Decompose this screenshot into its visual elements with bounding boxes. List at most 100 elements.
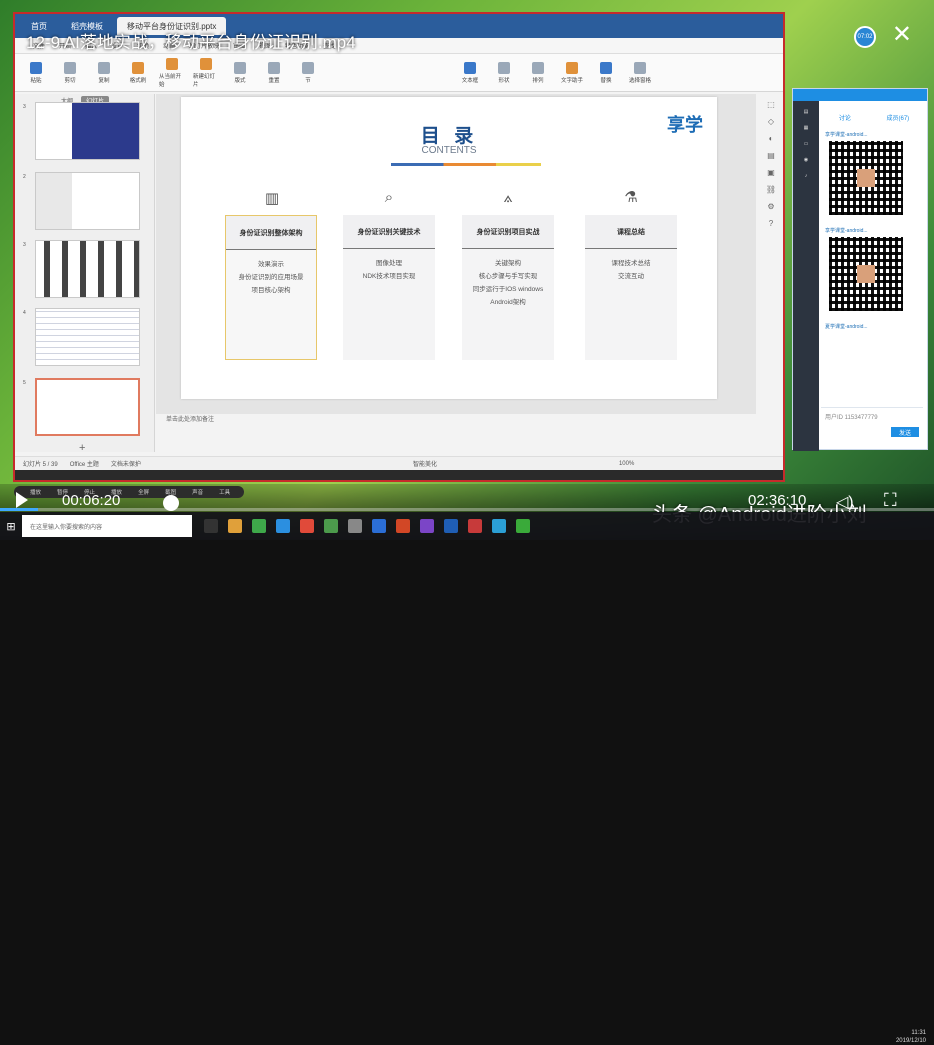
play-from-current-button[interactable]: 从当前开始 <box>159 57 185 88</box>
slide-canvas[interactable]: 目 录 CONTENTS 享学 ▥ 身份证识别整体架构 效果演示 身份证识别的应… <box>181 97 717 399</box>
taskbar-search-input[interactable]: 在这里输入你要搜索的内容 <box>22 515 192 537</box>
wechat-icon[interactable] <box>516 519 530 533</box>
play-icon <box>166 57 178 70</box>
current-time: 00:06:20 <box>62 492 121 509</box>
tab-members[interactable]: 成员(67) <box>887 113 910 127</box>
brand-logo: 享学 <box>667 115 703 135</box>
terminal-icon[interactable] <box>348 519 362 533</box>
xmind-icon[interactable] <box>468 519 482 533</box>
mini-control[interactable]: 播放 <box>30 488 41 496</box>
arrange-button[interactable]: 排列 <box>525 61 551 84</box>
toc-card[interactable]: ▥ 身份证识别整体架构 效果演示 身份证识别的应用场景 项目核心架构 <box>225 190 317 360</box>
toc-line: 核心步骤与手写实现 <box>478 273 538 280</box>
title-underline <box>391 163 541 166</box>
add-slide-icon[interactable]: + <box>79 442 85 454</box>
reset-button[interactable]: 重置 <box>261 61 287 84</box>
paste-button[interactable]: 粘贴 <box>23 61 49 84</box>
smart-beautify[interactable]: 智能美化 <box>413 459 437 468</box>
replace-icon <box>600 61 612 74</box>
slide-number: 3 <box>23 242 26 248</box>
task-view-icon[interactable] <box>204 519 218 533</box>
text-assistant-button[interactable]: 文字助手 <box>559 61 585 84</box>
image-icon[interactable]: ▣ <box>767 168 775 177</box>
play-icon[interactable] <box>16 492 28 508</box>
fullscreen-icon[interactable]: ⛶ <box>884 490 897 511</box>
format-painter-button[interactable]: 格式刷 <box>125 61 151 84</box>
camera-icon[interactable]: ◉ <box>804 157 808 163</box>
background-sheet-bar <box>15 470 783 480</box>
close-icon[interactable]: ✕ <box>892 20 912 49</box>
link-icon[interactable]: ⛓ <box>766 185 776 194</box>
app-icon[interactable] <box>252 519 266 533</box>
toc-card[interactable]: ⟑ 身份证识别项目实战 关键架构 核心步骤与手写实现 同步运行于IOS wind… <box>462 189 554 360</box>
chrome-icon[interactable] <box>300 519 314 533</box>
volume-icon[interactable]: ◁) <box>836 492 854 512</box>
notes-area[interactable]: 单击此处添加备注 <box>156 414 756 428</box>
slide-thumbnail-4[interactable] <box>35 308 140 366</box>
chat-panel: ▤ ▦ ▭ ◉ ♪ 讨论 成员(67) 享学课堂-android... 享学课堂… <box>792 88 928 451</box>
chart-icon[interactable]: ▤ <box>767 151 775 160</box>
ppt-icon[interactable]: ▦ <box>804 125 809 131</box>
textbox-button[interactable]: 文本框 <box>457 61 483 84</box>
selection-pane-button[interactable]: 选择窗格 <box>627 61 653 84</box>
word-icon[interactable] <box>444 519 458 533</box>
toc-card-title: 课程总结 <box>585 215 677 249</box>
section-button[interactable]: 节 <box>295 61 321 84</box>
toc-line: 关键架构 <box>495 260 521 267</box>
layout-button[interactable]: 版式 <box>227 61 253 84</box>
tab-discussion[interactable]: 讨论 <box>839 113 851 127</box>
mini-control[interactable]: 工具 <box>219 488 230 496</box>
shape-button[interactable]: 形状 <box>491 61 517 84</box>
slide-editing-area: 目 录 CONTENTS 享学 ▥ 身份证识别整体架构 效果演示 身份证识别的应… <box>156 94 756 414</box>
replace-button[interactable]: 替换 <box>593 61 619 84</box>
slide-subtitle: CONTENTS <box>421 145 477 156</box>
toc-card[interactable]: ⌕ 身份证识别关键技术 图像处理 NDK技术项目实现 <box>343 189 435 360</box>
slide-thumbnail-3[interactable] <box>35 240 140 298</box>
system-tray: 11:31 2019/12/10 <box>896 1029 926 1045</box>
mini-control[interactable]: 全屏 <box>138 488 149 496</box>
mini-control-bar: 播放 暂停 停止 播放 全屏 截图 声音 工具 <box>14 486 244 498</box>
toc-line: 身份证识别的应用场景 <box>238 274 304 281</box>
mic-icon[interactable]: ♪ <box>805 173 808 179</box>
chat-input-hint: 用户ID 1153477779 <box>825 415 878 421</box>
help-icon[interactable]: ? <box>769 219 773 228</box>
toc-card-title: 身份证识别关键技术 <box>343 215 435 249</box>
slide-thumbnail-5[interactable] <box>35 378 140 436</box>
telegram-icon[interactable] <box>276 519 290 533</box>
toc-card[interactable]: ⚗ 课程总结 课程技术总结 交流互动 <box>585 189 677 360</box>
powerpoint-icon[interactable] <box>396 519 410 533</box>
settings-icon[interactable]: ⚙ <box>767 202 774 211</box>
fill-icon[interactable]: ◐ <box>769 134 774 143</box>
selection-icon <box>634 61 646 74</box>
toc-card-title: 身份证识别整体架构 <box>226 216 316 250</box>
send-button[interactable]: 发送 <box>891 427 919 437</box>
object-icon[interactable]: ⬚ <box>767 100 775 109</box>
shape-tool-icon[interactable]: ◇ <box>768 117 774 126</box>
chat-tabs: 讨论 成员(67) <box>821 113 927 127</box>
theme-name: Office 主题 <box>69 462 99 468</box>
layout-icon <box>234 61 246 74</box>
slide-thumbnail-1[interactable] <box>35 102 140 160</box>
slide-title: 目 录 <box>420 125 478 147</box>
browser-icon[interactable] <box>372 519 386 533</box>
share-icon[interactable]: ▤ <box>804 109 809 115</box>
toc-line: 项目核心架构 <box>251 287 291 294</box>
windows-start-icon[interactable]: ⊞ <box>0 512 22 540</box>
progress-handle[interactable] <box>162 495 179 511</box>
right-tool-strip: ⬚ ◇ ◐ ▤ ▣ ⛓ ⚙ ? <box>760 94 782 454</box>
zoom-level[interactable]: 100% <box>619 461 634 467</box>
new-slide-button[interactable]: 新建幻灯片 <box>193 57 219 88</box>
slide-thumbnail-2[interactable] <box>35 172 140 230</box>
chat-header <box>793 89 927 101</box>
visual-studio-icon[interactable] <box>420 519 434 533</box>
brush-icon <box>132 61 144 74</box>
copy-button[interactable]: 复制 <box>91 61 117 84</box>
mini-control[interactable]: 声音 <box>192 488 203 496</box>
desktop-share-icon[interactable]: ▭ <box>804 141 809 147</box>
folder-icon[interactable] <box>228 519 242 533</box>
chat-app-icon[interactable] <box>492 519 506 533</box>
android-studio-icon[interactable] <box>324 519 338 533</box>
cut-button[interactable]: 剪切 <box>57 61 83 84</box>
slide-number: 2 <box>23 174 26 180</box>
assistant-icon <box>566 61 578 74</box>
